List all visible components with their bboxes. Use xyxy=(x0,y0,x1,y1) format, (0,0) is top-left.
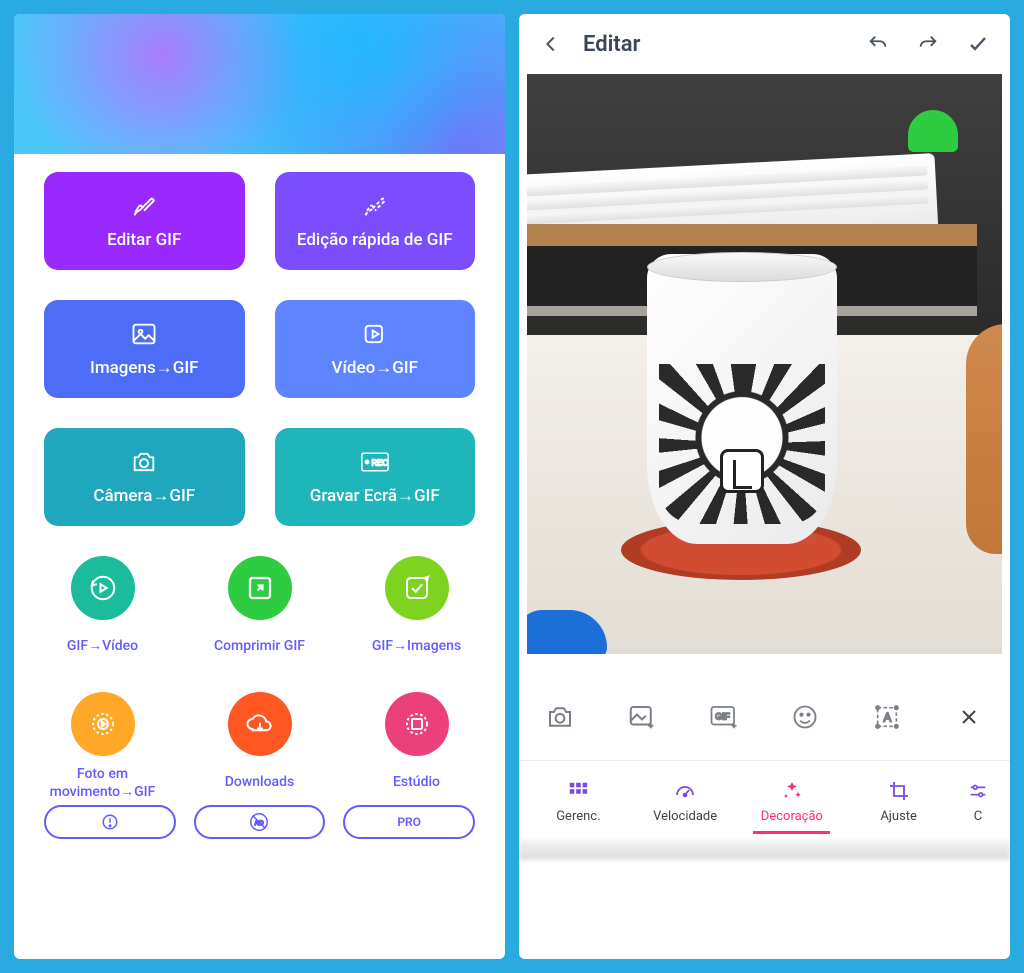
svg-text:REC: REC xyxy=(371,459,388,468)
studio-icon xyxy=(385,692,449,756)
info-button[interactable] xyxy=(44,805,176,839)
editor-screen: Editar GIF A xyxy=(519,14,1010,959)
tile-quick-edit[interactable]: Edição rápida de GIF xyxy=(275,172,476,270)
emoji-tool[interactable] xyxy=(785,697,825,737)
blurred-footer xyxy=(519,840,1010,860)
tile-video-to-gif[interactable]: Vídeo→GIF xyxy=(275,300,476,398)
tab-adjust[interactable]: Ajuste xyxy=(845,778,952,824)
tab-manage[interactable]: Gerenc. xyxy=(525,778,632,824)
tile-label: Vídeo→GIF xyxy=(331,358,418,378)
svg-text:GIF: GIF xyxy=(715,712,730,722)
tool-icon-row: GIF A xyxy=(519,674,1010,760)
circle-downloads[interactable]: Downloads xyxy=(181,692,338,801)
image-preview[interactable] xyxy=(527,74,1002,654)
editor-topbar: Editar xyxy=(519,14,1010,74)
tile-images-to-gif[interactable]: Imagens→GIF xyxy=(44,300,245,398)
bottom-tabs: Gerenc. Velocidade Decoração Ajuste C xyxy=(519,760,1010,840)
tile-label: Gravar Ecrã→GIF xyxy=(310,486,440,506)
tile-label: Editar GIF xyxy=(107,230,181,250)
rec-icon: REC xyxy=(361,448,389,476)
tab-more[interactable]: C xyxy=(952,778,1004,824)
tab-label: C xyxy=(974,809,982,824)
circle-livephoto[interactable]: Foto em movimento→GIF xyxy=(24,692,181,801)
page-title: Editar xyxy=(583,32,846,57)
brush-dashed-icon xyxy=(361,192,389,220)
confirm-button[interactable] xyxy=(960,26,996,62)
tab-decorate[interactable]: Decoração xyxy=(739,778,846,824)
text-tool[interactable]: A xyxy=(867,697,907,737)
add-image-tool[interactable] xyxy=(622,697,662,737)
circle-gif-to-video[interactable]: GIF→Vídeo xyxy=(24,556,181,664)
tile-edit-gif[interactable]: Editar GIF xyxy=(44,172,245,270)
tab-label: Ajuste xyxy=(880,809,917,824)
sparkle-icon xyxy=(779,778,805,804)
circle-tools: GIF→Vídeo Comprimir GIF GIF→Imagens Foto… xyxy=(14,536,505,801)
circle-label: Estúdio xyxy=(393,766,440,800)
grid-icon xyxy=(565,778,591,804)
no-ads-button[interactable]: AD xyxy=(194,805,326,839)
extract-icon xyxy=(385,556,449,620)
brush-icon xyxy=(130,192,158,220)
svg-text:A: A xyxy=(884,712,892,725)
tile-label: Câmera→GIF xyxy=(93,486,195,506)
hero-banner xyxy=(14,14,505,154)
circle-label: GIF→Imagens xyxy=(372,630,461,664)
back-button[interactable] xyxy=(533,26,569,62)
tile-record-screen[interactable]: REC Gravar Ecrã→GIF xyxy=(275,428,476,526)
camera-tool[interactable] xyxy=(540,697,580,737)
image-icon xyxy=(130,320,158,348)
circle-label: Downloads xyxy=(225,766,294,800)
add-gif-tool[interactable]: GIF xyxy=(704,697,744,737)
tool-tiles: Editar GIF Edição rápida de GIF Imagens→… xyxy=(14,154,505,536)
home-screen: Editar GIF Edição rápida de GIF Imagens→… xyxy=(14,14,505,959)
circle-gif-to-images[interactable]: GIF→Imagens xyxy=(338,556,495,664)
circle-studio[interactable]: Estúdio xyxy=(338,692,495,801)
tile-label: Edição rápida de GIF xyxy=(297,230,453,250)
circle-compress[interactable]: Comprimir GIF xyxy=(181,556,338,664)
compress-icon xyxy=(228,556,292,620)
cloud-download-icon xyxy=(228,692,292,756)
replay-icon xyxy=(71,556,135,620)
tile-label: Imagens→GIF xyxy=(90,358,199,378)
crop-icon xyxy=(886,778,912,804)
livephoto-icon xyxy=(71,692,135,756)
gauge-icon xyxy=(672,778,698,804)
close-toolrow[interactable] xyxy=(949,697,989,737)
redo-button[interactable] xyxy=(910,26,946,62)
tab-speed[interactable]: Velocidade xyxy=(632,778,739,824)
tile-camera-to-gif[interactable]: Câmera→GIF xyxy=(44,428,245,526)
bottom-pills: AD PRO xyxy=(14,801,505,859)
circle-label: GIF→Vídeo xyxy=(67,630,138,664)
tab-label: Decoração xyxy=(761,809,823,824)
camera-icon xyxy=(130,448,158,476)
circle-label: Foto em movimento→GIF xyxy=(50,766,156,801)
undo-button[interactable] xyxy=(860,26,896,62)
play-icon xyxy=(361,320,389,348)
tab-label: Gerenc. xyxy=(556,809,600,824)
svg-text:AD: AD xyxy=(255,820,265,827)
circle-label: Comprimir GIF xyxy=(214,630,305,664)
sliders-icon xyxy=(965,778,991,804)
pro-label: PRO xyxy=(397,815,421,829)
tab-label: Velocidade xyxy=(653,809,717,824)
pro-button[interactable]: PRO xyxy=(343,805,475,839)
